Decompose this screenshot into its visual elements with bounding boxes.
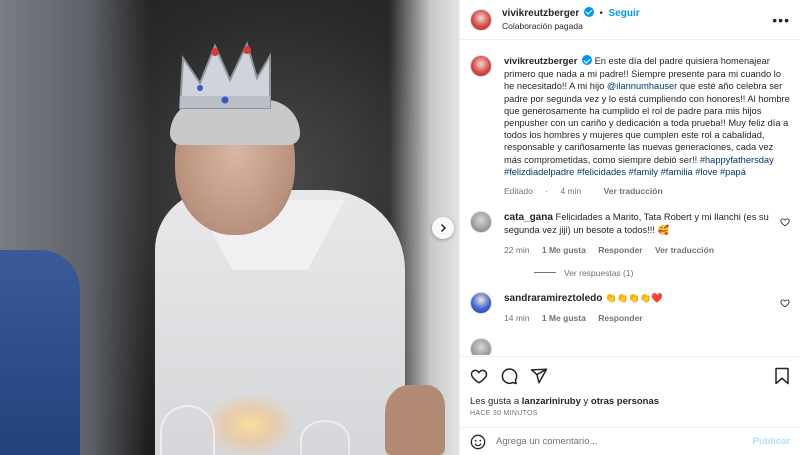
comment-input[interactable] <box>496 436 753 447</box>
likes-middle: y <box>580 396 591 407</box>
view-replies-label: Ver respuestas (1) <box>564 267 634 278</box>
wine-glass <box>160 405 215 455</box>
author-info: vivikreutzberger • Seguir Colaboración p… <box>502 6 640 33</box>
author-avatar[interactable] <box>470 55 492 77</box>
commenter-avatar[interactable] <box>470 291 492 314</box>
author-avatar[interactable] <box>470 8 492 31</box>
commenter-avatar[interactable] <box>470 338 492 355</box>
publish-button[interactable]: Publicar <box>753 436 791 447</box>
post-modal: vivikreutzberger • Seguir Colaboración p… <box>0 0 800 455</box>
water-glass <box>300 420 350 455</box>
caption-text-part2: que esté año celebra ser padre por segun… <box>504 81 790 165</box>
post-caption: vivikreutzberger En este día del padre q… <box>470 41 790 197</box>
comment-item: sandraramireztoledo 👏👏👏👏❤️ 14 min 1 Me g… <box>470 291 790 324</box>
caption-body: vivikreutzberger En este día del padre q… <box>504 55 790 197</box>
likes-summary: Les gusta a lanzariniruby y otras person… <box>470 396 790 407</box>
comment-item: cata_gana Felicidades a Marito, Tata Rob… <box>470 211 790 256</box>
comment-time: 22 min <box>504 244 530 255</box>
verified-icon <box>582 55 592 65</box>
other-likers-link[interactable]: otras personas <box>591 396 659 407</box>
comment-body: sandraramireztoledo 👏👏👏👏❤️ 14 min 1 Me g… <box>504 292 772 324</box>
caption-text: vivikreutzberger En este día del padre q… <box>504 55 790 178</box>
post-photo <box>0 0 459 455</box>
reply-button[interactable]: Responder <box>598 313 642 323</box>
caption-translate-button[interactable]: Ver traducción <box>604 186 663 196</box>
replies-line <box>534 272 556 274</box>
post-header: vivikreutzberger • Seguir Colaboración p… <box>460 0 800 40</box>
comment-time: 14 min <box>504 313 530 324</box>
more-icon[interactable]: ••• <box>772 12 790 28</box>
edited-label: Editado · 4 min <box>504 186 591 196</box>
chevron-right-icon <box>440 223 447 233</box>
comment-text: 👏👏👏👏❤️ <box>604 292 663 303</box>
comment-meta: 22 min 1 Me gusta Responder Ver traducci… <box>504 244 772 256</box>
comment-likes[interactable]: 1 Me gusta <box>542 245 586 255</box>
view-replies-button[interactable]: Ver respuestas (1) <box>534 268 790 278</box>
candle-glow <box>205 395 295 455</box>
add-comment-bar: Publicar <box>460 427 800 455</box>
comment-item-partial <box>470 338 790 355</box>
post-side-panel: vivikreutzberger • Seguir Colaboración p… <box>459 0 800 455</box>
comment-icon[interactable] <box>500 367 518 385</box>
next-photo-button[interactable] <box>432 217 454 239</box>
post-timestamp[interactable]: HACE 30 MINUTOS <box>470 410 790 417</box>
likes-prefix: Les gusta a <box>470 396 522 407</box>
reply-button[interactable]: Responder <box>598 245 642 255</box>
separator-dot: • <box>599 7 603 19</box>
liker-username[interactable]: lanzariniruby <box>522 396 581 407</box>
caption-time: 4 min <box>560 186 582 197</box>
comment-translate-button[interactable]: Ver traducción <box>655 245 714 255</box>
post-actions: Les gusta a lanzariniruby y otras person… <box>460 356 800 417</box>
heart-icon[interactable] <box>780 298 790 308</box>
caption-username[interactable]: vivikreutzberger <box>504 56 577 67</box>
author-username[interactable]: vivikreutzberger <box>502 8 579 19</box>
comment-body: cata_gana Felicidades a Marito, Tata Rob… <box>504 211 772 256</box>
heart-icon[interactable] <box>470 367 488 385</box>
commenter-avatar[interactable] <box>470 211 492 234</box>
share-icon[interactable] <box>530 367 548 385</box>
mention-link[interactable]: @ilannumhauser <box>607 81 677 91</box>
comment-username[interactable]: cata_gana <box>504 212 553 223</box>
background-blue-shirt <box>0 250 80 455</box>
follow-button[interactable]: Seguir <box>609 8 640 19</box>
comment-username[interactable]: sandraramireztoledo <box>504 293 602 304</box>
emoji-icon[interactable] <box>470 434 486 450</box>
comment-likes[interactable]: 1 Me gusta <box>542 313 586 323</box>
comments-list[interactable]: vivikreutzberger En este día del padre q… <box>460 41 800 355</box>
verified-icon <box>583 6 594 17</box>
caption-meta: Editado · 4 min Ver traducción <box>504 185 790 197</box>
comment-meta: 14 min 1 Me gusta Responder <box>504 312 772 324</box>
edited-text: Editado <box>504 186 533 197</box>
bookmark-icon[interactable] <box>774 367 790 385</box>
heart-icon[interactable] <box>780 217 790 227</box>
paid-partnership-label[interactable]: Colaboración pagada <box>502 20 640 33</box>
meta-dot: · <box>545 186 549 197</box>
man-hand <box>385 385 445 455</box>
crown-icon <box>178 41 271 109</box>
action-icons <box>470 365 790 387</box>
